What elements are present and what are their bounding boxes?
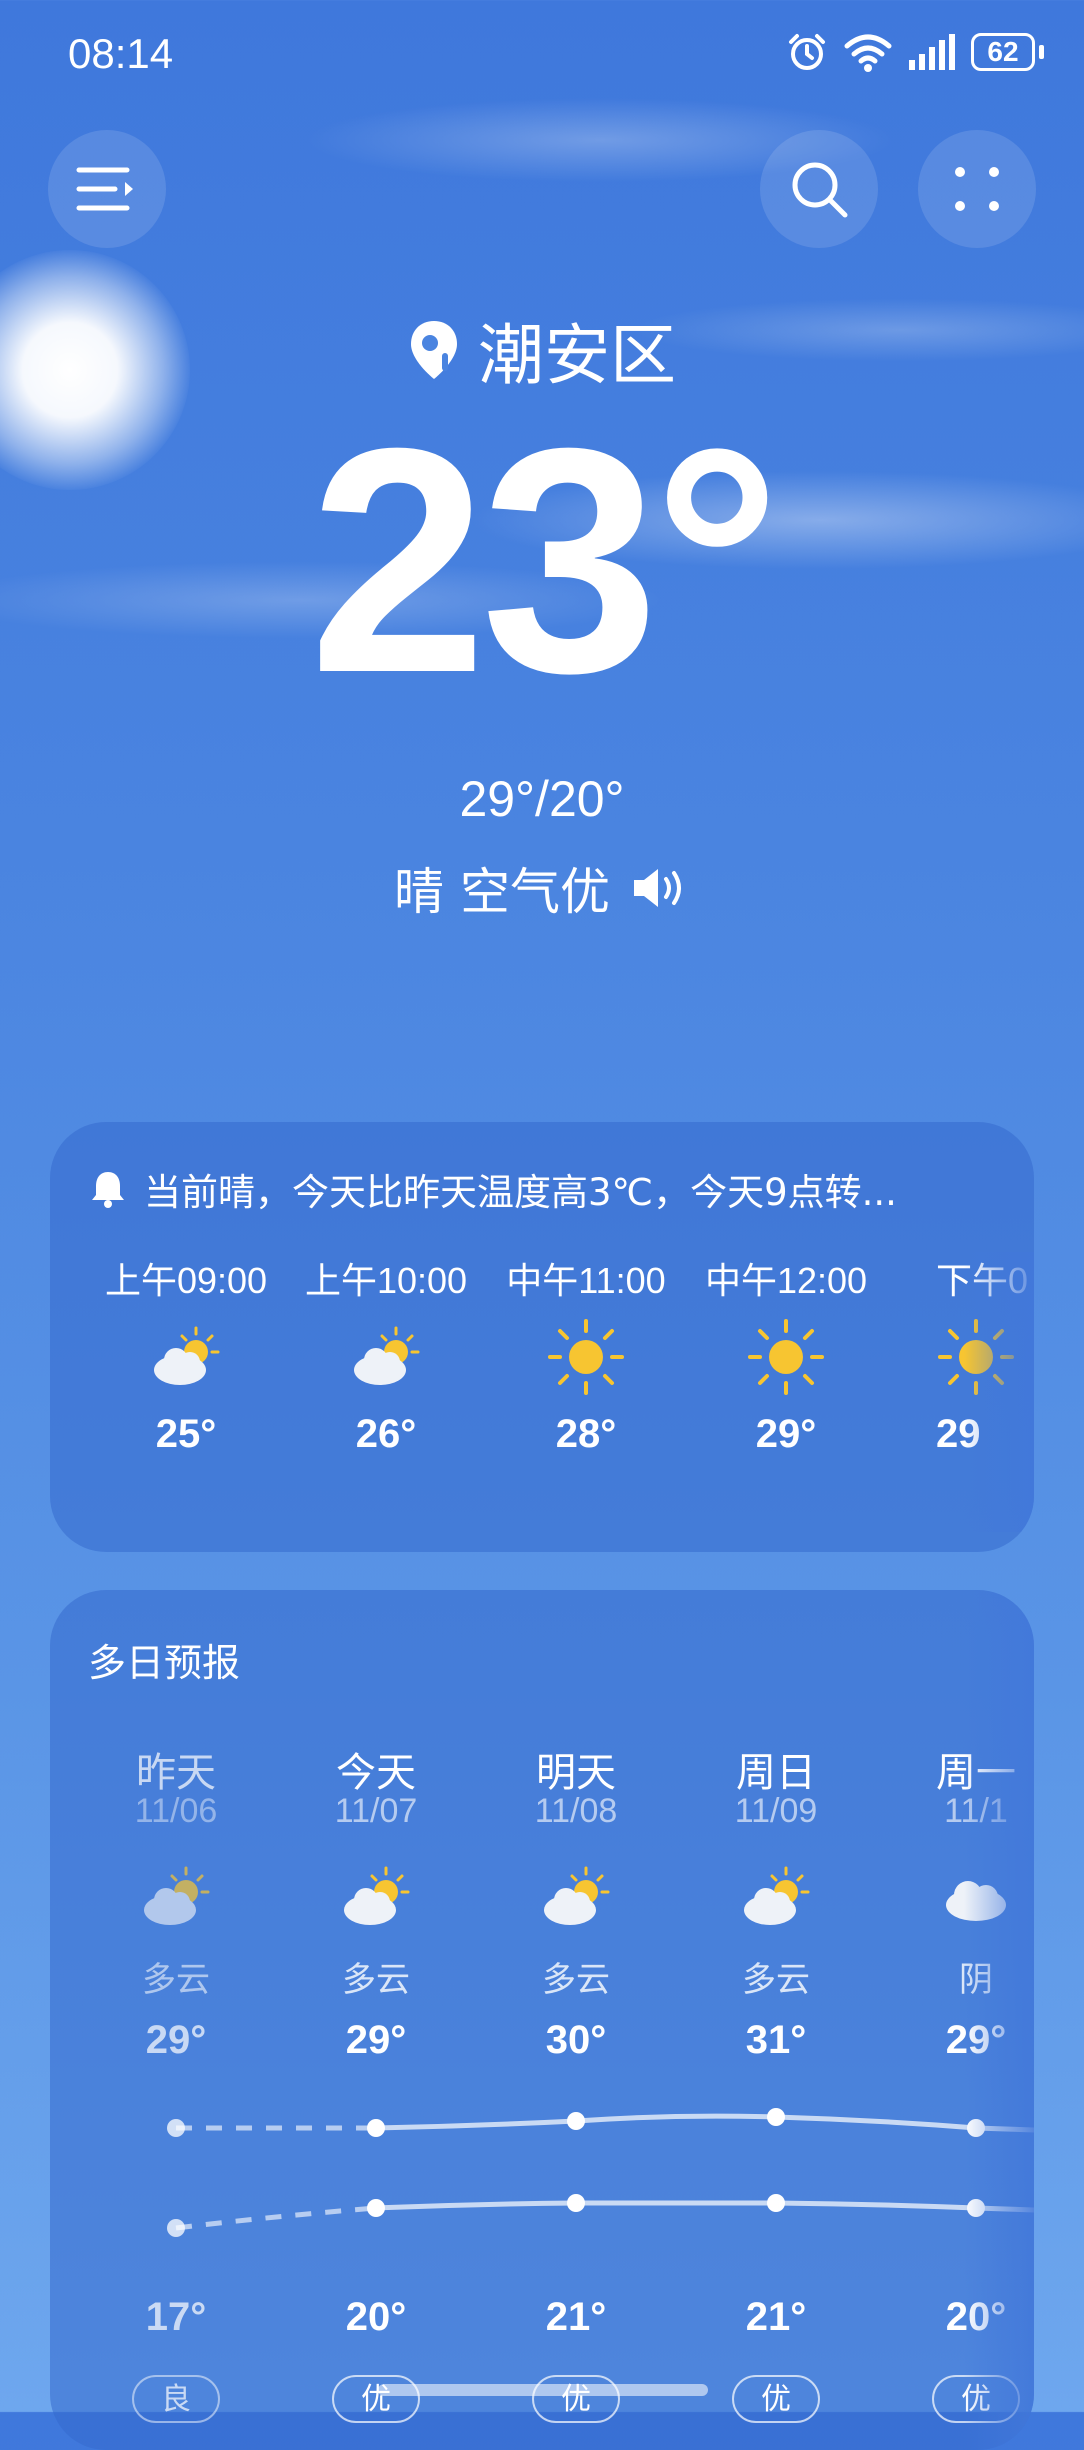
grid-dots-icon xyxy=(955,167,999,211)
hour-temp: 26° xyxy=(355,1412,417,1456)
hour-time: 中午12:00 xyxy=(704,1260,868,1301)
menu-icon xyxy=(76,167,133,211)
scroll-fade xyxy=(964,1590,1034,2450)
wifi-icon xyxy=(844,34,892,72)
scroll-fade xyxy=(964,1252,1034,1532)
home-indicator[interactable] xyxy=(378,2384,708,2396)
current-condition: 晴 空气优 xyxy=(0,852,1084,924)
hourly-list: 上午09:00 25° 上午10:00 26° 中午11:00 28° 中午12… xyxy=(50,1252,1034,1532)
partly-cloudy-icon xyxy=(86,1302,286,1412)
aqi-badge: 良 xyxy=(132,2375,220,2423)
hourly-forecast-card[interactable]: 当前晴，今天比昨天温度高3℃，今天9点转... 上午09:00 25° 上午10… xyxy=(50,1122,1034,1552)
hour-time: 上午09:00 xyxy=(104,1260,268,1301)
hour-temp: 29° xyxy=(755,1412,817,1456)
aqi-badge: 优 xyxy=(532,2375,620,2423)
hour-item: 中午11:00 28° xyxy=(486,1252,686,1457)
location-pin-icon xyxy=(411,321,457,379)
day-low: 21° xyxy=(545,2295,607,2339)
day-low: 21° xyxy=(745,2295,807,2339)
status-icons: 62 xyxy=(785,30,1044,74)
search-icon xyxy=(792,162,848,218)
battery-indicator: 62 xyxy=(971,33,1035,71)
daily-forecast-card[interactable]: 多日预报 昨天 11/06 多云 29° 今天 11/07 多云 29° 明天 … xyxy=(50,1590,1034,2450)
hour-temp: 28° xyxy=(555,1412,617,1456)
hour-item: 中午12:00 29° xyxy=(686,1252,886,1457)
signal-icon xyxy=(909,34,955,70)
condition-text: 晴 空气优 xyxy=(394,863,610,921)
aqi-badge: 优 xyxy=(732,2375,820,2423)
current-temperature: 23° xyxy=(309,381,781,739)
more-button[interactable] xyxy=(918,130,1036,248)
hour-temp: 25° xyxy=(155,1412,217,1456)
low-trend-line xyxy=(167,2194,1034,2237)
high-trend-line xyxy=(167,2108,1034,2137)
sunny-icon xyxy=(486,1302,686,1412)
sunny-icon xyxy=(686,1302,886,1412)
hour-time: 中午11:00 xyxy=(506,1260,666,1301)
status-bar: 08:14 62 xyxy=(0,0,1084,110)
hour-item: 上午09:00 25° xyxy=(86,1252,286,1457)
aqi-badge: 优 xyxy=(332,2375,420,2423)
weather-alert[interactable]: 当前晴，今天比昨天温度高3℃，今天9点转... xyxy=(90,1162,897,1216)
battery-tip xyxy=(1039,45,1044,59)
bell-icon xyxy=(92,1172,124,1208)
day-low: 20° xyxy=(345,2295,407,2339)
day-low: 17° xyxy=(145,2295,207,2339)
menu-button[interactable] xyxy=(48,130,166,248)
status-time: 08:14 xyxy=(68,30,174,77)
high-low-temperature: 29°/20° xyxy=(459,771,625,827)
partly-cloudy-icon xyxy=(286,1302,486,1412)
search-button[interactable] xyxy=(760,130,878,248)
hour-item: 上午10:00 26° xyxy=(286,1252,486,1457)
alert-text: 当前晴，今天比昨天温度高3℃，今天9点转... xyxy=(144,1171,897,1214)
speaker-icon[interactable] xyxy=(630,865,690,911)
hour-time: 上午10:00 xyxy=(304,1260,468,1301)
alarm-icon xyxy=(789,34,825,70)
